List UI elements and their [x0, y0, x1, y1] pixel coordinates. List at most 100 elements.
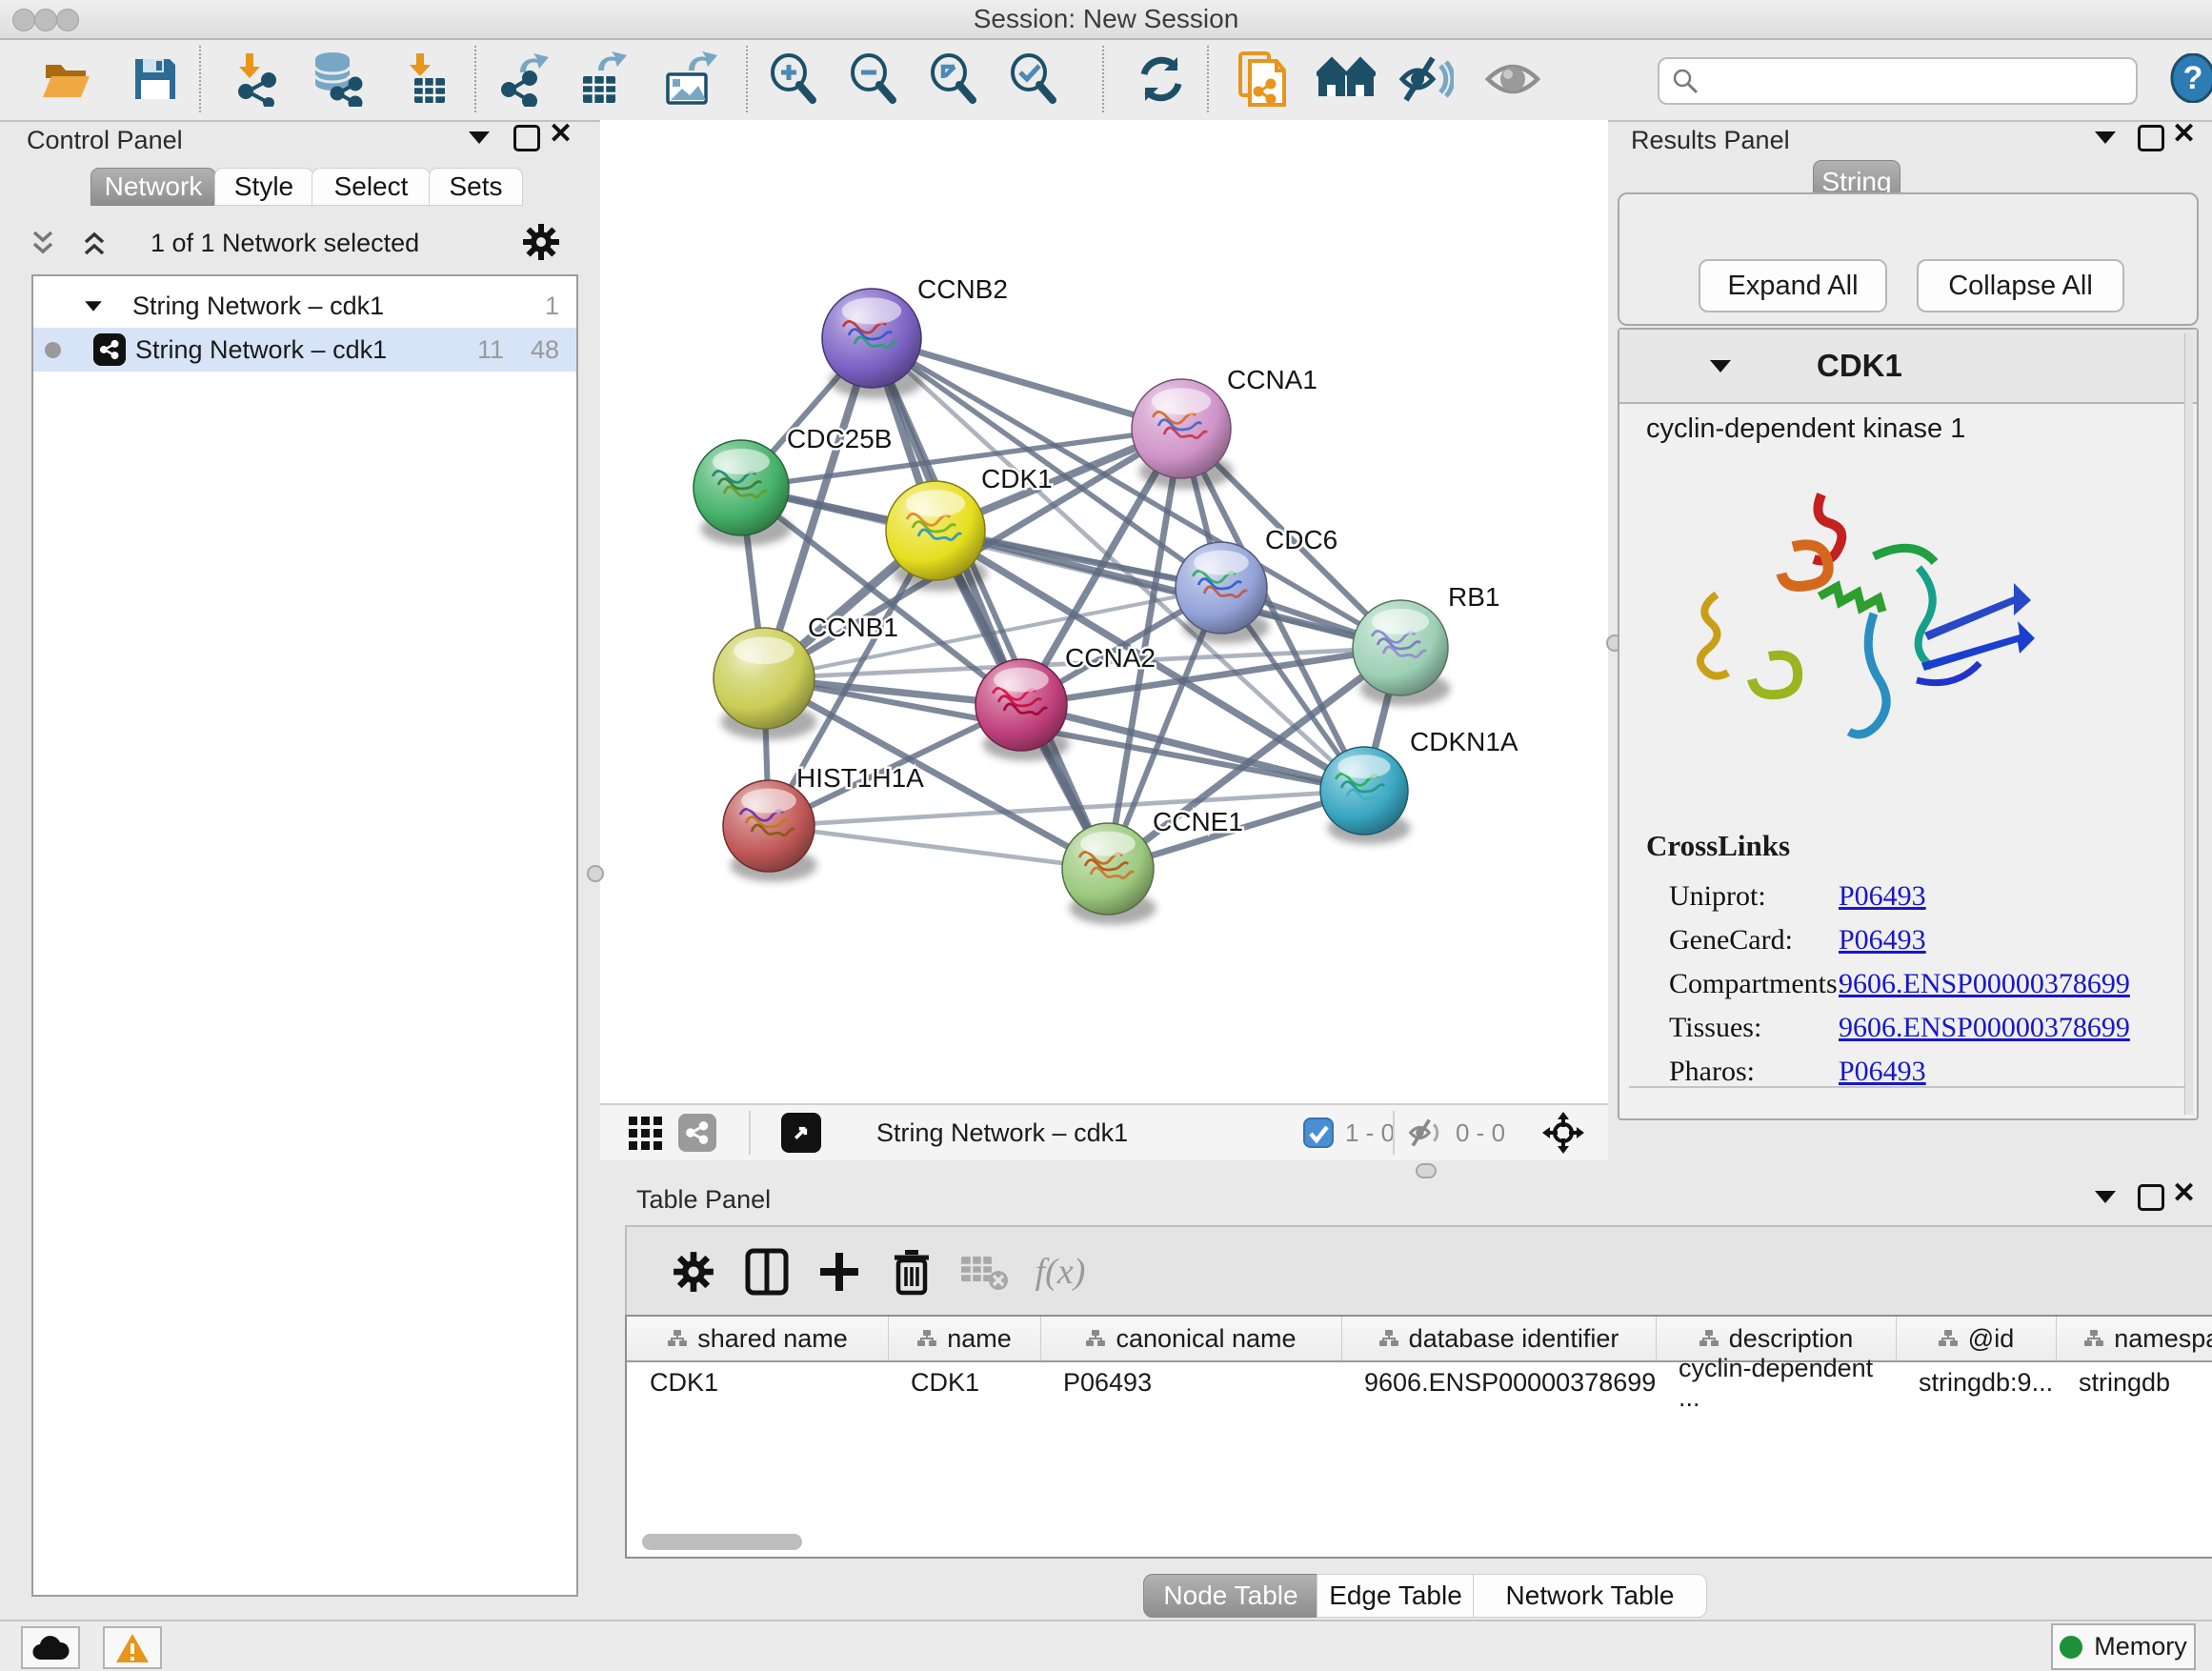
create-column-button[interactable]: [811, 1243, 868, 1300]
zoom-in-button[interactable]: [764, 50, 823, 109]
table-cell[interactable]: CDK1: [627, 1362, 888, 1403]
panel-float-icon[interactable]: [513, 125, 540, 151]
panel-close-icon[interactable]: ✕: [2172, 124, 2196, 145]
node-CCNE1[interactable]: [1062, 823, 1156, 925]
warnings-button[interactable]: [103, 1626, 162, 1669]
string-view-button[interactable]: [678, 1105, 716, 1160]
column-header--id[interactable]: @id: [1896, 1317, 2057, 1360]
grid-icon: [627, 1115, 663, 1151]
panel-float-icon[interactable]: [2138, 125, 2164, 151]
help-button[interactable]: ?: [2168, 53, 2212, 103]
table-cell[interactable]: CDK1: [888, 1362, 1040, 1403]
apply-layout-button[interactable]: [1132, 50, 1191, 109]
tab-node-table[interactable]: Node Table: [1143, 1574, 1318, 1618]
hidden-counter: 0 - 0: [1406, 1105, 1505, 1160]
zoom-fit-button[interactable]: [924, 50, 983, 109]
open-session-button[interactable]: [37, 50, 96, 109]
gear-icon[interactable]: [522, 223, 560, 261]
table-cell[interactable]: P06493: [1040, 1362, 1341, 1403]
expand-all-icon[interactable]: [80, 227, 109, 259]
table-cell[interactable]: stringdb:9...: [1896, 1362, 2056, 1403]
table-settings-button[interactable]: [665, 1243, 722, 1300]
protein-header[interactable]: CDK1: [1619, 330, 2197, 404]
tab-sets[interactable]: Sets: [429, 168, 523, 206]
cloud-status-button[interactable]: [21, 1626, 80, 1669]
node-CDC25B[interactable]: [694, 440, 792, 546]
results-scrollbar[interactable]: [2184, 333, 2193, 1115]
network-canvas[interactable]: CCNB2CCNA1CDC25BCDK1CDC6RB1CCNB1CCNA2CDK…: [600, 120, 1608, 1103]
network-row[interactable]: String Network – cdk1 11 48: [33, 328, 576, 372]
clone-network-button[interactable]: [1233, 50, 1292, 109]
node-CCNA1[interactable]: [1132, 379, 1233, 489]
node-table[interactable]: shared namenamecanonical namedatabase id…: [625, 1315, 2212, 1559]
export-image-button[interactable]: [661, 50, 720, 109]
column-header-shared-name[interactable]: shared name: [627, 1317, 889, 1360]
show-columns-button[interactable]: [738, 1243, 795, 1300]
table-cell[interactable]: stringdb: [2056, 1362, 2212, 1403]
node-CCNB1[interactable]: [714, 628, 816, 740]
node-CCNA2[interactable]: [975, 659, 1070, 761]
tree-expander-icon[interactable]: [85, 301, 102, 311]
panel-close-icon[interactable]: ✕: [549, 124, 573, 145]
function-builder-button[interactable]: f(x): [1032, 1243, 1089, 1300]
birds-eye-view-button[interactable]: [781, 1105, 821, 1160]
import-network-database-button[interactable]: [306, 50, 365, 109]
left-splitter-handle[interactable]: [587, 865, 604, 882]
node-CDC6[interactable]: [1176, 542, 1270, 644]
save-session-button[interactable]: [126, 50, 185, 109]
collapse-all-button[interactable]: Collapse All: [1917, 259, 2124, 312]
memory-button[interactable]: Memory: [2051, 1623, 2196, 1670]
column-header-name[interactable]: name: [888, 1317, 1041, 1360]
panel-menu-icon[interactable]: [2095, 131, 2116, 144]
column-header-canonical-name[interactable]: canonical name: [1040, 1317, 1342, 1360]
crosslink-link[interactable]: 9606.ENSP00000378699: [1839, 1012, 2130, 1044]
expand-all-button[interactable]: Expand All: [1699, 259, 1887, 312]
crosslink-link[interactable]: 9606.ENSP00000378699: [1839, 968, 2130, 1000]
network-collection-row[interactable]: String Network – cdk1 1: [33, 284, 576, 328]
column-header-database-identifier[interactable]: database identifier: [1341, 1317, 1657, 1360]
column-header-namespace[interactable]: namespace: [2056, 1317, 2212, 1360]
card-footer-divider: [1629, 1086, 2187, 1088]
first-neighbors-button[interactable]: [1317, 50, 1376, 109]
zoom-out-button[interactable]: [844, 50, 903, 109]
tab-edge-table[interactable]: Edge Table: [1317, 1574, 1475, 1618]
horizontal-splitter-handle[interactable]: [1416, 1163, 1437, 1178]
collapse-all-icon[interactable]: [29, 227, 57, 259]
tab-network-table[interactable]: Network Table: [1473, 1574, 1707, 1618]
panel-menu-icon[interactable]: [2095, 1191, 2116, 1203]
hide-selected-button[interactable]: [1397, 50, 1456, 109]
tab-select[interactable]: Select: [312, 168, 431, 206]
delete-column-button[interactable]: [883, 1243, 940, 1300]
table-cell[interactable]: 9606.ENSP00000378699: [1341, 1362, 1656, 1403]
export-table-button[interactable]: [573, 50, 633, 109]
node-CDKN1A[interactable]: [1320, 747, 1411, 844]
panel-menu-icon[interactable]: [469, 131, 490, 144]
search-input[interactable]: [1658, 57, 2138, 105]
crosslink-link[interactable]: P06493: [1839, 880, 1926, 913]
import-table-file-button[interactable]: [396, 50, 455, 109]
panel-float-icon[interactable]: [2138, 1184, 2164, 1211]
panel-close-icon[interactable]: ✕: [2172, 1183, 2196, 1204]
import-network-file-button[interactable]: [226, 50, 285, 109]
show-all-button[interactable]: [1483, 50, 1542, 109]
trash-icon: [892, 1248, 932, 1296]
delete-table-button[interactable]: [955, 1243, 1013, 1300]
tab-network[interactable]: Network: [90, 168, 216, 206]
export-network-button[interactable]: [494, 50, 553, 109]
node-CDK1[interactable]: [886, 481, 987, 591]
zoom-selected-button[interactable]: [1004, 50, 1063, 109]
horizontal-scrollbar-thumb[interactable]: [642, 1534, 802, 1550]
crosslink-link[interactable]: P06493: [1839, 924, 1926, 956]
search-icon: [1671, 67, 1699, 95]
table-cell[interactable]: cyclin-dependent ...: [1656, 1362, 1896, 1403]
tab-style[interactable]: Style: [214, 168, 313, 206]
checkbox-icon[interactable]: [1303, 1117, 1334, 1148]
crosslink-link[interactable]: P06493: [1839, 1056, 1926, 1088]
node-HIST1H1A[interactable]: [723, 780, 817, 882]
edge-HIST1H1A-CCNE1[interactable]: [769, 826, 1108, 869]
pan-mode-button[interactable]: [1541, 1105, 1585, 1160]
node-CCNB2[interactable]: [822, 289, 923, 398]
node-RB1[interactable]: [1353, 600, 1451, 706]
section-expander-icon[interactable]: [1710, 360, 1731, 372]
grid-view-button[interactable]: [627, 1105, 663, 1160]
